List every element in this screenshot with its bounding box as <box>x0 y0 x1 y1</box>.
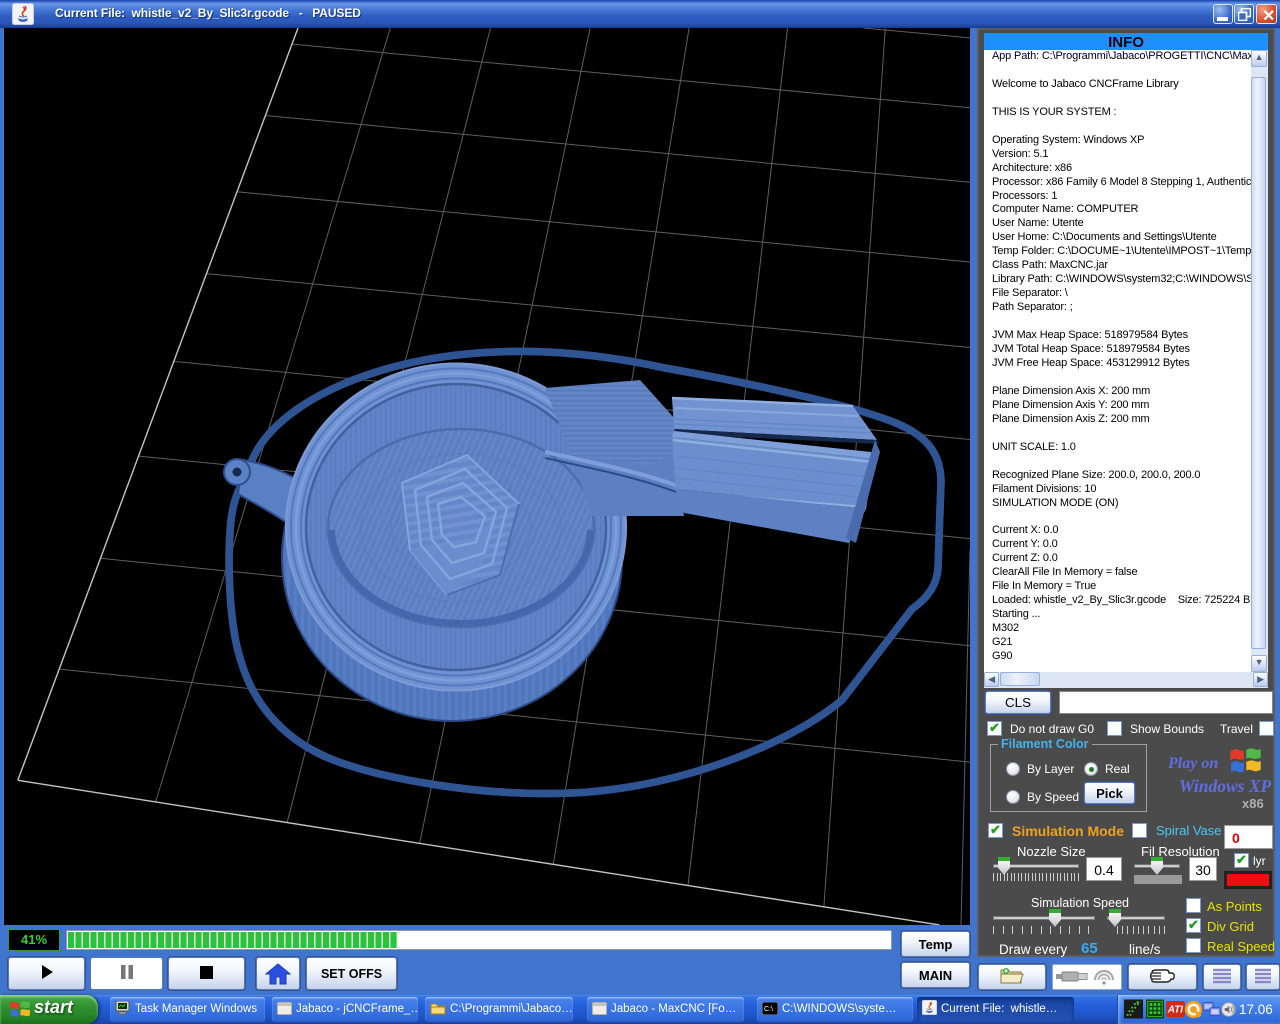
svg-text:ATI: ATI <box>1167 1005 1183 1016</box>
svg-text:C:\: C:\ <box>764 1006 773 1013</box>
